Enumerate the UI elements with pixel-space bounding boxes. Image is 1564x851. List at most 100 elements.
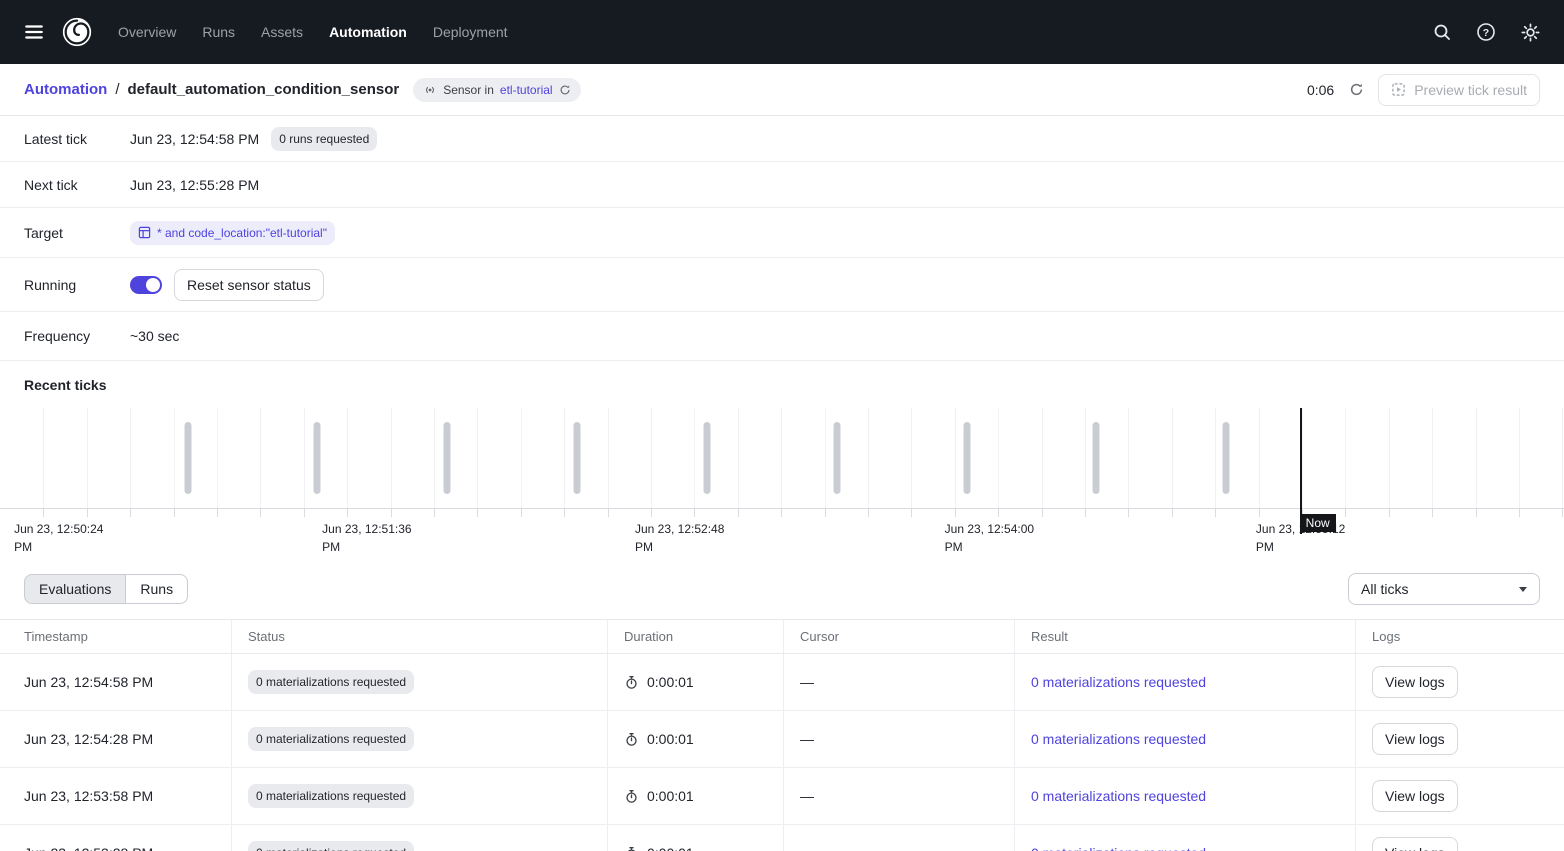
tick-bar[interactable] [314, 422, 321, 494]
tick-bar[interactable] [573, 422, 580, 494]
axis-tick [694, 509, 695, 517]
tick-bar[interactable] [1223, 422, 1230, 494]
recent-ticks-title: Recent ticks [0, 361, 1564, 408]
gridline [1345, 408, 1346, 508]
page: Overview Runs Assets Automation Deployment ?… [0, 0, 1564, 851]
column-header-duration: Duration [607, 620, 783, 653]
preview-tick-result-button[interactable]: Preview tick result [1378, 74, 1540, 106]
column-header-logs: Logs [1355, 620, 1564, 653]
result-link[interactable]: 0 materializations requested [1031, 674, 1206, 690]
nav-item-assets[interactable]: Assets [261, 24, 303, 40]
gridline [304, 408, 305, 508]
view-logs-button[interactable]: View logs [1372, 723, 1458, 755]
sensor-badge-label: Sensor in [443, 83, 494, 97]
stopwatch-icon [624, 732, 639, 747]
gridline [998, 408, 999, 508]
table-row: Jun 23, 12:53:58 PM 0 materializations r… [0, 768, 1564, 825]
stopwatch-icon [624, 789, 639, 804]
axis-tick [130, 509, 131, 517]
tick-bar[interactable] [1093, 422, 1100, 494]
axis-tick [868, 509, 869, 517]
breadcrumb-automation-link[interactable]: Automation [24, 81, 107, 98]
runs-requested-badge: 0 runs requested [271, 127, 377, 151]
nav-item-automation[interactable]: Automation [329, 24, 407, 40]
axis-tick [1432, 509, 1433, 517]
nav-right: ? [1426, 16, 1546, 48]
view-logs-button[interactable]: View logs [1372, 666, 1458, 698]
header-actions: 0:06 Preview tick result [1307, 74, 1540, 106]
main-nav: Overview Runs Assets Automation Deployment [118, 24, 508, 40]
status-badge: 0 materializations requested [248, 784, 414, 808]
gridline [1085, 408, 1086, 508]
gridline [477, 408, 478, 508]
tab-runs[interactable]: Runs [126, 574, 188, 604]
dagster-logo[interactable] [60, 15, 94, 49]
ticks-filter-value: All ticks [1361, 581, 1408, 597]
axis-tick [998, 509, 999, 517]
nav-item-overview[interactable]: Overview [118, 24, 176, 40]
play-in-dashed-box-icon [1391, 82, 1406, 97]
axis-tick [781, 509, 782, 517]
tick-bar[interactable] [703, 422, 710, 494]
menu-button[interactable] [18, 16, 50, 48]
tick-bar[interactable] [963, 422, 970, 494]
cell-timestamp: Jun 23, 12:53:28 PM [24, 845, 153, 851]
duration-value: 0:00:01 [647, 845, 694, 851]
target-selection-chip[interactable]: * and code_location:"etl-tutorial" [130, 221, 335, 245]
gridline [781, 408, 782, 508]
axis-tick [1519, 509, 1520, 517]
reset-sensor-status-button[interactable]: Reset sensor status [174, 269, 324, 301]
axis-tick [1562, 509, 1563, 517]
tick-bar[interactable] [834, 422, 841, 494]
gridline [651, 408, 652, 508]
view-tabs: Evaluations Runs [24, 574, 188, 604]
settings-button[interactable] [1514, 16, 1546, 48]
help-button[interactable]: ? [1470, 16, 1502, 48]
gridline [521, 408, 522, 508]
tab-evaluations[interactable]: Evaluations [24, 574, 126, 604]
running-toggle[interactable] [130, 276, 162, 294]
ticks-filter-dropdown[interactable]: All ticks [1348, 573, 1540, 605]
result-link[interactable]: 0 materializations requested [1031, 845, 1206, 851]
nav-item-runs[interactable]: Runs [202, 24, 235, 40]
cell-cursor: — [800, 788, 814, 804]
result-link[interactable]: 0 materializations requested [1031, 731, 1206, 747]
page-title: default_automation_condition_sensor [128, 81, 400, 98]
tick-bar[interactable] [443, 422, 450, 494]
nav-item-deployment[interactable]: Deployment [433, 24, 508, 40]
gridline [87, 408, 88, 508]
cell-cursor: — [800, 845, 814, 851]
column-header-status: Status [231, 620, 607, 653]
gridline [825, 408, 826, 508]
gear-icon [1520, 22, 1541, 43]
broadcast-icon [423, 83, 437, 97]
status-badge: 0 materializations requested [248, 727, 414, 751]
view-logs-button[interactable]: View logs [1372, 780, 1458, 812]
gridline [174, 408, 175, 508]
refresh-button[interactable] [1344, 78, 1368, 102]
search-button[interactable] [1426, 16, 1458, 48]
table-row: Jun 23, 12:53:28 PM 0 materializations r… [0, 825, 1564, 851]
gridline [955, 408, 956, 508]
search-icon [1432, 22, 1452, 42]
tick-bar[interactable] [184, 422, 191, 494]
axis-tick [477, 509, 478, 517]
table-grid-icon [138, 226, 151, 239]
stopwatch-icon [624, 675, 639, 690]
result-link[interactable]: 0 materializations requested [1031, 788, 1206, 804]
breadcrumb-row: Automation / default_automation_conditio… [0, 64, 1564, 116]
refresh-countdown: 0:06 [1307, 82, 1334, 98]
axis-tick [174, 509, 175, 517]
duration-value: 0:00:01 [647, 731, 694, 747]
frequency-value: ~30 sec [130, 328, 179, 344]
dagster-logo-icon [60, 15, 94, 49]
running-label: Running [24, 277, 130, 293]
axis-tick [43, 509, 44, 517]
gridline [911, 408, 912, 508]
frequency-label: Frequency [24, 328, 130, 344]
gridline [1389, 408, 1390, 508]
gridline [130, 408, 131, 508]
code-location-link[interactable]: etl-tutorial [500, 83, 553, 97]
view-logs-button[interactable]: View logs [1372, 837, 1458, 851]
column-header-timestamp: Timestamp [0, 620, 231, 653]
